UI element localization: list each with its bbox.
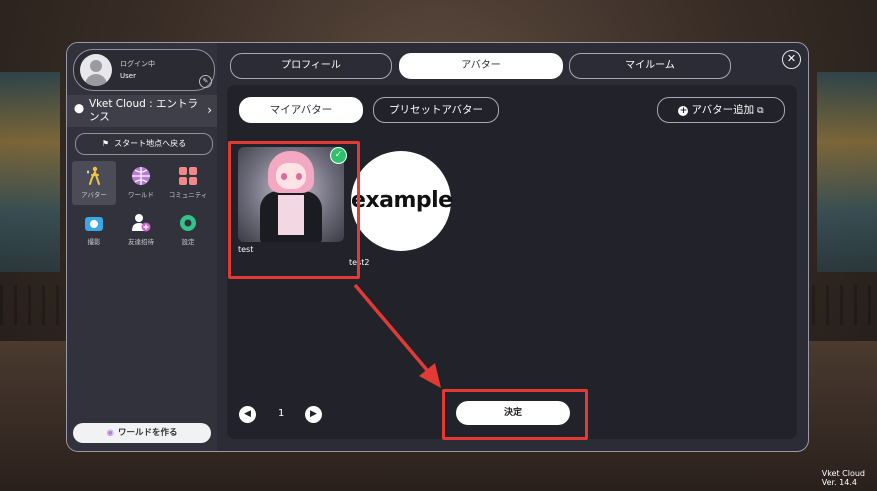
gear-icon	[180, 215, 196, 231]
back-to-start-label: スタート地点へ戻る	[114, 139, 187, 148]
plus-icon: +	[678, 106, 689, 116]
avatar-card-test2[interactable]: example test2	[349, 151, 459, 267]
tab-preset-avatar[interactable]: プリセットアバター	[373, 97, 499, 123]
tab-profile[interactable]: プロフィール	[230, 53, 392, 79]
camera-icon	[85, 217, 103, 231]
sidebar-item-community[interactable]: コミュニティ	[166, 161, 210, 205]
create-world-label: ワールドを作る	[117, 428, 178, 438]
background-banner-left	[0, 72, 60, 272]
version-label: Vket Cloud Ver. 14.4	[822, 469, 865, 487]
sidebar: ログイン中 User ✎ ⬤ Vket Cloud : エントランス › ⚑ スタ…	[67, 43, 217, 451]
external-link-icon: ⧉	[757, 106, 764, 116]
sidebar-item-avatar[interactable]: アバター	[72, 161, 116, 205]
sidebar-item-world[interactable]: ワールド	[119, 161, 163, 205]
tab-avatar[interactable]: アバター	[399, 53, 563, 79]
background-banner-right	[817, 72, 877, 272]
sidebar-item-invite[interactable]: 友達招待	[119, 208, 163, 252]
version-product: Vket Cloud	[821, 469, 865, 478]
back-to-start-button[interactable]: ⚑ スタート地点へ戻る	[75, 133, 213, 155]
next-page-button[interactable]: ▶	[305, 406, 322, 423]
edit-icon[interactable]: ✎	[199, 75, 212, 88]
sidebar-item-label: 設定	[181, 238, 195, 246]
version-number: Ver. 14.4	[821, 478, 857, 487]
user-name: User	[120, 72, 136, 80]
highlight-box-decide	[442, 389, 588, 440]
add-avatar-button[interactable]: + アバター追加 ⧉	[657, 97, 785, 123]
chevron-right-icon: ›	[207, 103, 212, 117]
globe-icon	[132, 167, 150, 185]
sidebar-item-settings[interactable]: 設定	[166, 208, 210, 252]
close-icon[interactable]: ✕	[782, 50, 801, 69]
avatar-panel: ログイン中 User ✎ ⬤ Vket Cloud : エントランス › ⚑ スタ…	[66, 42, 809, 452]
tab-my-avatar[interactable]: マイアバター	[239, 97, 363, 123]
sidebar-item-label: 友達招待	[128, 238, 154, 246]
avatar	[80, 54, 112, 86]
sidebar-item-label: 撮影	[87, 238, 101, 246]
flag-icon: ⚑	[101, 139, 110, 148]
user-box[interactable]: ログイン中 User ✎	[73, 49, 215, 91]
prev-page-button[interactable]: ◀	[239, 406, 256, 423]
location-bar[interactable]: ⬤ Vket Cloud : エントランス ›	[67, 95, 217, 127]
add-avatar-label: アバター追加	[691, 104, 755, 116]
sidebar-item-camera[interactable]: 撮影	[72, 208, 116, 252]
location-text: Vket Cloud : エントランス	[89, 98, 199, 123]
page-number: 1	[278, 408, 285, 419]
location-pin-icon: ⬤	[74, 104, 85, 114]
tab-myroom[interactable]: マイルーム	[569, 53, 731, 79]
avatar-icon	[87, 166, 100, 185]
add-friend-icon	[132, 214, 151, 232]
sidebar-item-label: ワールド	[128, 191, 154, 199]
sidebar-item-label: アバター	[81, 191, 107, 199]
sidebar-item-label: コミュニティ	[168, 191, 208, 199]
login-status-label: ログイン中	[120, 60, 155, 68]
avatar-thumbnail: example	[351, 151, 453, 251]
highlight-box-avatar	[228, 141, 360, 279]
community-icon	[179, 167, 197, 185]
create-world-button[interactable]: ◉ ワールドを作る	[73, 423, 211, 443]
globe-icon: ◉	[106, 428, 114, 438]
